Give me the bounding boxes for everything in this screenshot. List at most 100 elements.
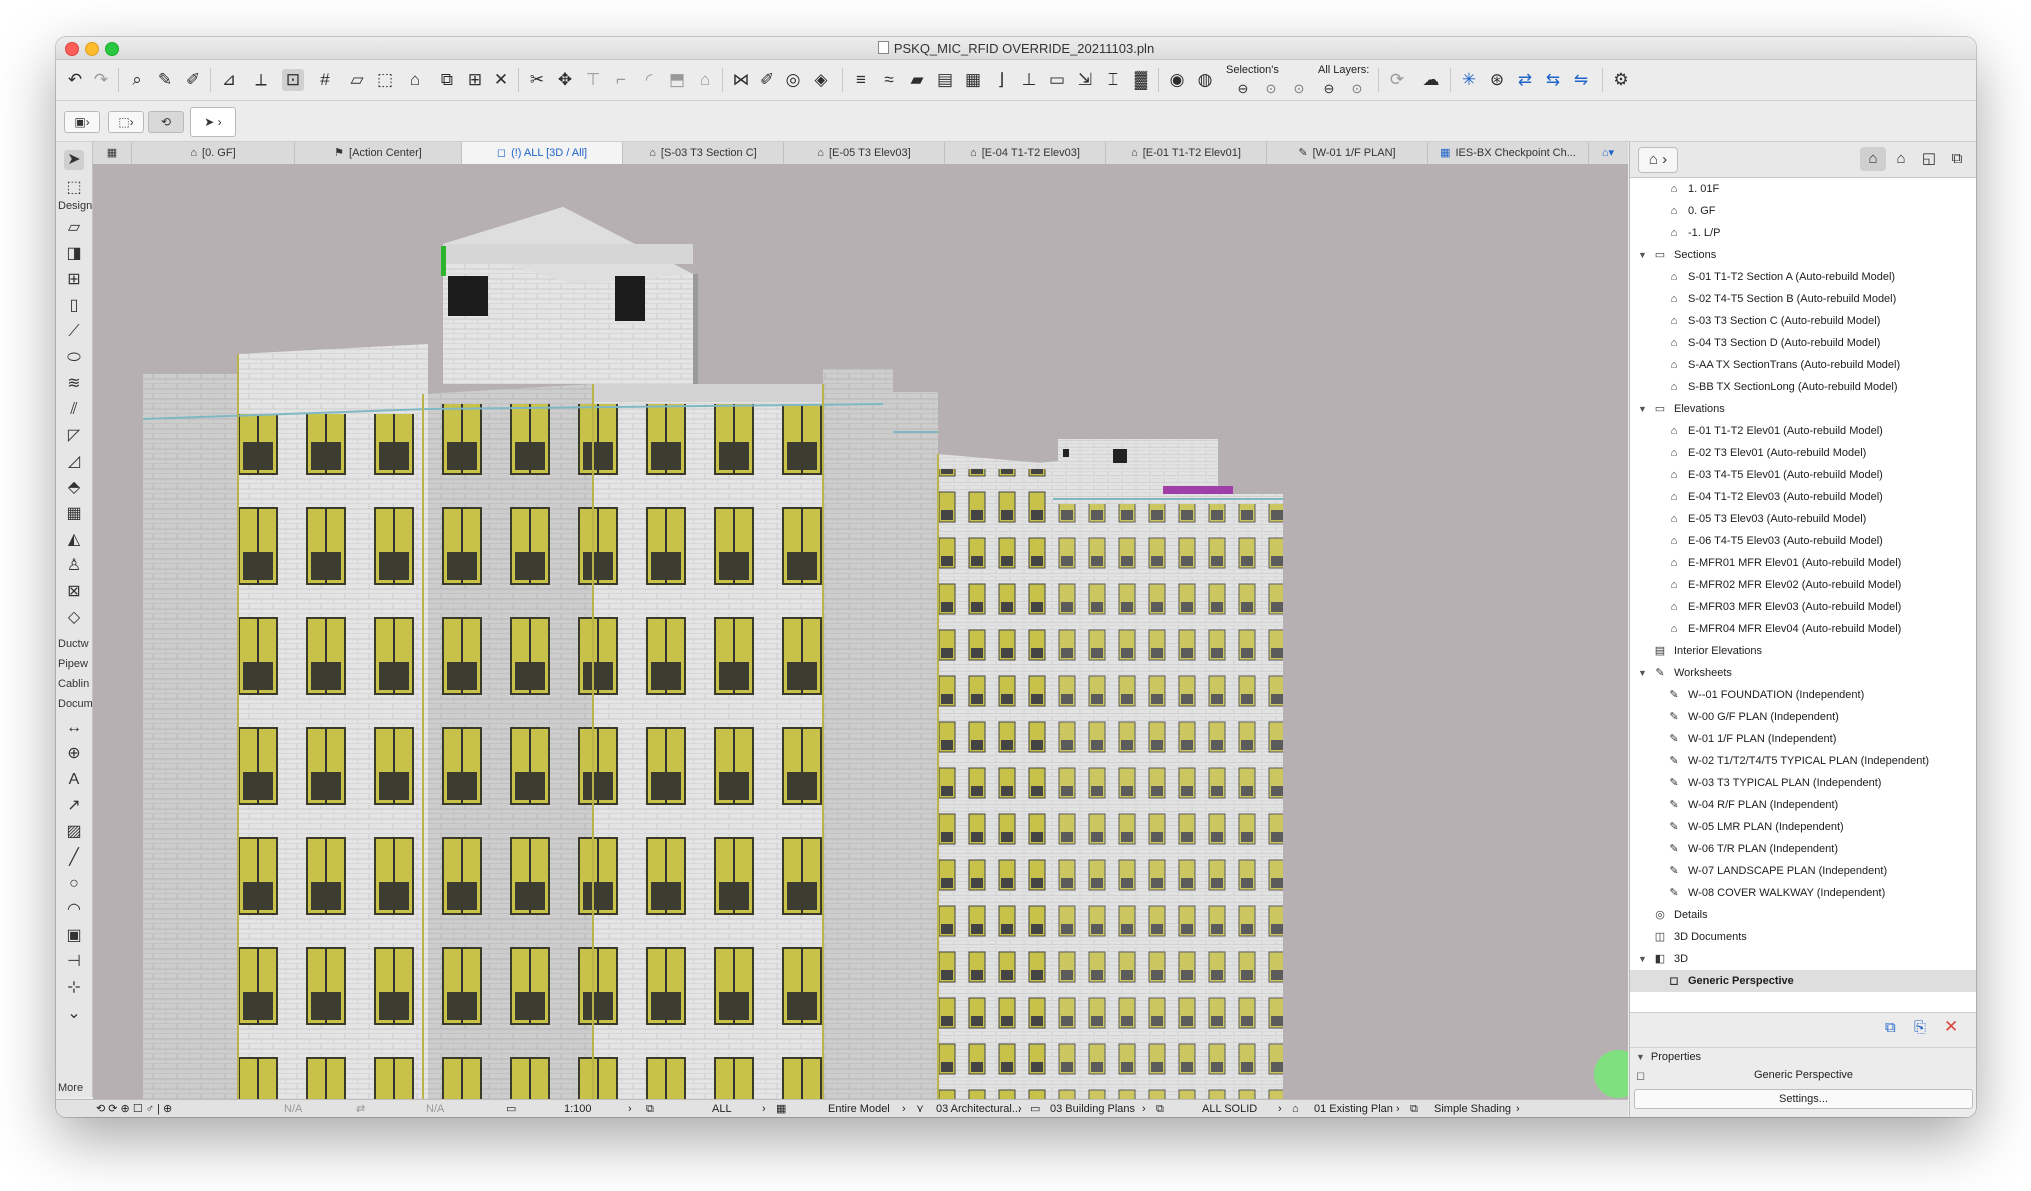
tree-item[interactable]: ✎ W-00 G/F PLAN (Independent) xyxy=(1630,706,1976,728)
wall-edit-icon[interactable]: ▰ xyxy=(906,69,928,91)
section-marker-icon[interactable]: ⊣ xyxy=(64,952,84,972)
design-option-icon[interactable]: ▓ xyxy=(1130,69,1152,91)
tree-item[interactable]: ⌂ S-02 T4-T5 Section B (Auto-rebuild Mode… xyxy=(1630,288,1976,310)
window-icon[interactable]: ⊞ xyxy=(464,69,486,91)
cabling-label[interactable]: Cablin xyxy=(58,678,89,690)
graphic-override-dropdown[interactable]: ALL SOLID xyxy=(1202,1100,1257,1117)
tree-item[interactable]: ✎ W-07 LANDSCAPE PLAN (Independent) xyxy=(1630,860,1976,882)
teamwork-icon[interactable]: ⊛ xyxy=(1486,69,1508,91)
tree-item[interactable]: ⌂ E-MFR04 MFR Elev04 (Auto-rebuild Model) xyxy=(1630,618,1976,640)
arrow-select-icon[interactable]: ➤ xyxy=(64,150,84,170)
gravity-icon[interactable]: ⊡ xyxy=(282,69,304,91)
text-tool-icon[interactable]: A xyxy=(64,770,84,790)
tree-item[interactable]: ▼ ◧ 3D xyxy=(1630,948,1976,970)
snap-icon[interactable]: ⟂ xyxy=(250,69,272,91)
tree-item[interactable]: ▤ Interior Elevations xyxy=(1630,640,1976,662)
shading-dropdown[interactable]: Simple Shading xyxy=(1434,1100,1511,1117)
tree-item[interactable]: ▼ ▭ Sections xyxy=(1630,244,1976,266)
tree-item[interactable]: ✎ W-05 LMR PLAN (Independent) xyxy=(1630,816,1976,838)
stretch-icon[interactable]: ◎ xyxy=(782,69,804,91)
railing-tool-icon[interactable]: ⫽ xyxy=(64,400,84,420)
tree-item[interactable]: ⌂ E-03 T4-T5 Elev01 (Auto-rebuild Model) xyxy=(1630,464,1976,486)
tree-item[interactable]: ⌂ S-AA TX SectionTrans (Auto-rebuild Mode… xyxy=(1630,354,1976,376)
new-view-icon[interactable]: ⧉ xyxy=(1885,1019,1896,1036)
level-dimension-icon[interactable]: ⊕ xyxy=(64,744,84,764)
layer-combo-dropdown[interactable]: ALL xyxy=(712,1100,732,1117)
tree-item[interactable]: ✎ W-03 T3 TYPICAL PLAN (Independent) xyxy=(1630,772,1976,794)
wall-tool-icon[interactable]: ▱ xyxy=(64,218,84,238)
dimension-tool-icon[interactable]: ↔ xyxy=(64,718,84,738)
roof-icon[interactable]: ⌂ xyxy=(694,69,716,91)
beam-tool-icon[interactable]: ⟋ xyxy=(64,322,84,342)
refresh-icon[interactable]: ⟳ xyxy=(1386,69,1408,91)
terrain-tool-icon[interactable]: ◇ xyxy=(64,608,84,628)
beam-icon[interactable]: ⇲ xyxy=(1074,69,1096,91)
intersect-icon[interactable]: ⌐ xyxy=(610,69,632,91)
renovation-dropdown[interactable]: 01 Existing Plan xyxy=(1314,1100,1393,1117)
morph-tool-icon[interactable]: ◭ xyxy=(64,530,84,550)
mesh-tool-icon[interactable]: ⬘ xyxy=(64,478,84,498)
arrow-tool-button[interactable]: ➤ › xyxy=(190,107,236,137)
tab-schedule[interactable]: ▦ IES-BX Checkpoint Ch... xyxy=(1428,142,1589,164)
all-layers-eye-icon[interactable]: ⊖ xyxy=(1318,78,1340,100)
tree-item[interactable]: ▼ ✎ Worksheets xyxy=(1630,662,1976,684)
cut-icon[interactable]: ✂ xyxy=(526,69,548,91)
mvo-dropdown[interactable]: 03 Building Plans xyxy=(1050,1100,1135,1117)
grid-icon[interactable]: # xyxy=(314,69,336,91)
project-map-tree[interactable]: ⌂ 1. 01F ⌂ 0. GF ⌂ -1. L/P ▼ ▭ Sections ⌂ S-01 T1-… xyxy=(1630,178,1976,1012)
tree-item[interactable]: ⌂ S-01 T1-T2 Section A (Auto-rebuild Mode… xyxy=(1630,266,1976,288)
view-map-icon[interactable]: ⌂ xyxy=(1888,147,1914,171)
selection-unlock-icon[interactable]: ⊙ xyxy=(1288,78,1310,100)
fill-tool-icon[interactable]: ▨ xyxy=(64,822,84,842)
roof-tool-icon[interactable]: ◸ xyxy=(64,426,84,446)
tree-item[interactable]: ⌂ 0. GF xyxy=(1630,200,1976,222)
find-select-icon[interactable]: ⌕ xyxy=(126,69,148,91)
expand-arrow-icon[interactable]: ▼ xyxy=(1638,662,1647,684)
tree-item[interactable]: ✎ W-06 T/R PLAN (Independent) xyxy=(1630,838,1976,860)
ruler-icon[interactable]: ⊿ xyxy=(218,69,240,91)
stair-icon[interactable]: ⌋ xyxy=(990,69,1012,91)
tree-item[interactable]: ⌂ S-04 T3 Section D (Auto-rebuild Model) xyxy=(1630,332,1976,354)
undo-zoom-icon[interactable]: ⟲ ⟳ ⊕ ☐ ♂ | ⊕ xyxy=(96,1100,172,1117)
slab-tool-icon[interactable]: ⬭ xyxy=(64,348,84,368)
offset-icon[interactable]: ⬒ xyxy=(666,69,688,91)
selection-eye-icon[interactable]: ⊖ xyxy=(1232,78,1254,100)
column-tool-icon[interactable]: ▯ xyxy=(64,296,84,316)
tab-action-center[interactable]: ⚑ [Action Center] xyxy=(295,142,462,164)
explode-icon[interactable]: ✕ xyxy=(490,69,512,91)
tab-overview-icon[interactable]: ▦ xyxy=(93,142,132,164)
stair-tool-icon[interactable]: ≋ xyxy=(64,374,84,394)
pipework-label[interactable]: Pipew xyxy=(58,658,88,670)
tree-item[interactable]: ⌂ E-MFR03 MFR Elev03 (Auto-rebuild Model) xyxy=(1630,596,1976,618)
eye-icon[interactable]: ◉ xyxy=(1166,69,1188,91)
element-info-icon[interactable]: ≡ xyxy=(850,69,872,91)
undo-icon[interactable]: ↶ xyxy=(64,69,86,91)
inject-icon[interactable]: ✐ xyxy=(182,69,204,91)
project-map-icon[interactable]: ⌂ xyxy=(1860,147,1886,171)
pick-up-icon[interactable]: ✎ xyxy=(154,69,176,91)
slab-edit-icon[interactable]: ▤ xyxy=(934,69,956,91)
selection-box-icon[interactable]: ⬚ xyxy=(374,69,396,91)
tab-elev-e04[interactable]: ⌂ [E-04 T1-T2 Elev03] xyxy=(945,142,1106,164)
tree-item[interactable]: ✎ W-02 T1/T2/T4/T5 TYPICAL PLAN (Independ… xyxy=(1630,750,1976,772)
scale-dropdown[interactable]: 1:100 xyxy=(564,1100,592,1117)
tree-item[interactable]: ⌂ E-MFR01 MFR Elev01 (Auto-rebuild Model) xyxy=(1630,552,1976,574)
lock-icon[interactable]: ⌂ xyxy=(404,69,426,91)
arc-tool-icon[interactable]: ◠ xyxy=(64,900,84,920)
tree-item[interactable]: ◻ Generic Perspective xyxy=(1630,970,1976,992)
drag-icon[interactable]: ✥ xyxy=(554,69,576,91)
pen-set-dropdown[interactable]: 03 Architectural... xyxy=(936,1100,1021,1117)
reserve-icon[interactable]: ⇄ xyxy=(1514,69,1536,91)
expand-arrow-icon[interactable]: ▼ xyxy=(1638,244,1647,266)
split-icon[interactable]: ⋈ xyxy=(730,69,752,91)
tree-item[interactable]: ◎ Details xyxy=(1630,904,1976,926)
all-layers-lock-icon[interactable]: ⊙ xyxy=(1346,78,1368,100)
expand-arrow-icon[interactable]: ▼ xyxy=(1638,398,1647,420)
send-receive-icon[interactable]: ⇋ xyxy=(1570,69,1592,91)
layout-book-icon[interactable]: ◱ xyxy=(1916,147,1942,171)
tree-item[interactable]: ⌂ E-06 T4-T5 Elev03 (Auto-rebuild Model) xyxy=(1630,530,1976,552)
orbit-button[interactable]: ⟲ xyxy=(148,111,184,133)
marquee-button[interactable]: ⬚› xyxy=(108,111,144,133)
column-icon[interactable]: ⌶ xyxy=(1102,69,1124,91)
tab-elev-e01[interactable]: ⌂ [E-01 T1-T2 Elev01] xyxy=(1106,142,1267,164)
